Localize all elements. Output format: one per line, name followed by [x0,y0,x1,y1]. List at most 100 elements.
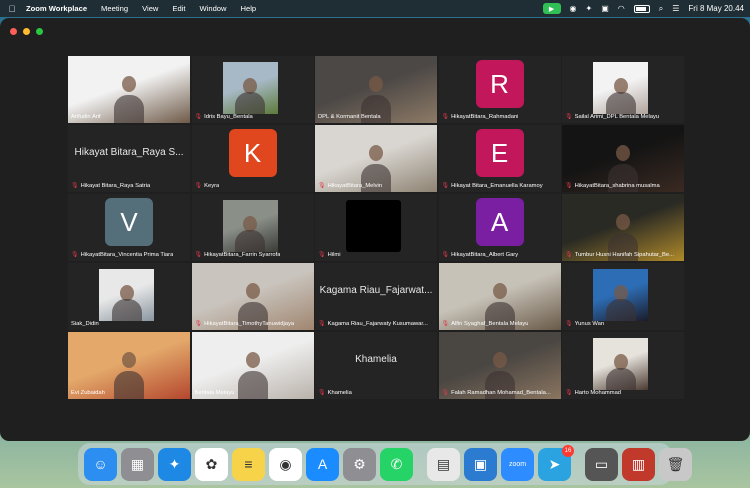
participant-tile[interactable]: Hikayat Bitara_Raya S... 🎙 Hikayat Bitara_… [68,125,190,192]
dock-glyph: zoom [508,460,527,468]
chrome-icon[interactable]: ◉ [269,447,302,481]
participant-name-label: Bentala Melayu [195,390,235,396]
close-window-button[interactable] [10,28,17,35]
participant-tile[interactable]: 🎙 Sailal Arimi_DPL Bentala Melayu [562,56,684,123]
mic-muted-icon: 🎙 [441,321,450,327]
participant-tile[interactable]: A 🎙 HikayatBitara_Albert Gary [438,194,561,261]
dock-glyph: ▦ [130,455,145,472]
photos-icon[interactable]: ✿ [195,447,228,481]
mic-muted-icon: 🎙 [441,183,450,189]
person-silhouette [235,230,265,252]
participant-tile[interactable]: Arifudin Arif [68,56,190,123]
participant-tile[interactable]: DPL & Kormanit Bentala [315,56,437,123]
app-store-icon[interactable]: A [306,447,339,481]
control-center-icon[interactable]: ☰ [672,0,679,17]
battery-icon[interactable] [633,4,650,13]
participant-name: Idris Bayu_Bentala [204,113,253,120]
archive-icon[interactable]: ▥ [622,447,655,481]
participant-name: DPL & Kormanit Bentala [318,114,381,120]
menu-help[interactable]: Help [234,4,264,13]
avatar: E [475,129,524,177]
participant-tile[interactable]: K 🎙 Keyra [191,125,314,192]
dock-glyph: A [317,456,328,472]
whatsapp-icon[interactable]: ✆ [380,447,413,481]
dock-glyph: ▤ [436,455,451,472]
participant-name: Hikayat Bitara_Emanuella Karamoy [451,182,543,189]
menu-clock[interactable]: Fri 8 May 20.44 [688,0,744,17]
participant-tile[interactable]: 🎙 Idris Bayu_Bentala [191,56,314,123]
participant-name: Sailal Arimi_DPL Bentala Melayu [574,113,660,120]
menu-meeting[interactable]: Meeting [94,4,135,13]
search-icon[interactable]: ⌕ [659,0,663,17]
participant-tile[interactable]: 🎙 Tumbur Husni Hanifah Sipahutar_Be... [562,194,684,261]
participant-name: HikayatBitara_TimothyTanuwidjaya [204,320,295,327]
zoom-video-icon[interactable]: ▶ [542,3,561,14]
participant-tile[interactable]: 🎙 Hilmi [315,194,437,261]
participant-name-label: 🎙 Hikayat Bitara_Emanuella Karamoy [441,182,543,190]
video-feed [99,269,154,321]
menu-view[interactable]: View [135,4,165,13]
participant-tile[interactable]: Siak_Didin [68,263,190,330]
person-silhouette [122,352,136,369]
participant-tile[interactable]: 🎙 HikayatBitara_Melvin [315,125,437,192]
video-feed [593,338,648,390]
notes-icon[interactable]: ▣ [601,0,609,17]
person-silhouette [605,368,636,390]
participant-name-label: 🎙 HikayatBitara_Albert Gary [442,251,519,259]
participant-tile[interactable]: 🎙 HikayatBitara_TimothyTanuwidjaya [191,263,314,330]
telegram-icon[interactable]: ➤ 16 [538,444,574,481]
mic-muted-icon: 🎙 [441,390,450,396]
app-menu[interactable]: Zoom Workplace [24,4,94,13]
notes-icon[interactable]: ≡ [232,447,265,481]
participant-tile[interactable]: 🎙 Yunus Wan [562,263,684,330]
person-silhouette [369,145,383,162]
participant-name-label: 🎙 Alfin Syaghaf_Bentala Melayu [441,320,529,328]
participant-tile[interactable]: 🎙 HikayatBitara_Farrin Syarrofa [191,194,314,261]
participant-tile[interactable]: Khamelia 🎙 Khamelia [315,332,437,399]
participant-tile[interactable]: 🎙 Alfin Syaghaf_Bentala Melayu [438,263,561,330]
menu-window[interactable]: Window [193,4,234,13]
participant-name-label: 🎙 Harto Mohammad [565,389,621,397]
participant-name-label: 🎙 Keyra [195,182,220,190]
launchpad-icon[interactable]: ▦ [121,447,154,481]
finder-icon[interactable]: ☺ [84,447,117,481]
safari-icon[interactable]: ✦ [158,447,191,481]
participant-tile[interactable]: E 🎙 Hikayat Bitara_Emanuella Karamoy [438,125,561,192]
participant-name: Falah Ramadhan Mohamad_Bentala... [451,389,551,396]
trash-icon[interactable]: 🗑 [659,447,692,481]
eye-icon[interactable]: ◉ [570,0,577,17]
menu-edit[interactable]: Edit [165,4,192,13]
participant-name-label: 🎙 HikayatBitara_TimothyTanuwidjaya [195,320,295,328]
preview-icon[interactable]: ▣ [464,447,497,481]
fullscreen-window-button[interactable] [36,28,43,35]
participant-tile[interactable]: Kagama Riau_Fajarwat... 🎙 Kagama Riau_Faja… [315,263,437,330]
video-feed [346,200,401,252]
participant-tile[interactable]: Bentala Melayu [191,332,314,399]
wifi-icon[interactable]: ◠ [618,0,625,17]
participant-name: Khamelia [327,389,352,396]
mic-muted-icon: 🎙 [565,252,573,258]
participant-tile[interactable]: R 🎙 HikayatBitara_Rahmadani [438,56,561,123]
participant-tile[interactable]: V 🎙 HikayatBitara_Vincentia Prima Tiara [68,194,190,261]
sparkle-icon[interactable]: ✦ [586,0,593,17]
apple-menu-icon[interactable]:  [0,4,24,14]
participant-tile[interactable]: 🎙 Harto Mohammad [562,332,684,399]
person-silhouette [492,283,507,300]
participant-tile[interactable]: 🎙 HikayatBitara_shabrina musalma [562,125,684,192]
menu-bar:  Zoom Workplace Meeting View Edit Windo… [0,0,750,17]
zoom-icon[interactable]: zoom [501,447,534,481]
participant-name-label: Siak_Didin [71,321,99,327]
participant-name-label: 🎙 Yunus Wan [565,320,604,328]
participant-tile[interactable]: 🎙 Falah Ramadhan Mohamad_Bentala... [438,332,561,399]
avatar: R [475,60,524,108]
minimize-window-button[interactable] [23,28,30,35]
spreadsheet-icon[interactable]: ▤ [427,447,460,481]
window-controls [10,28,43,35]
participant-tile[interactable]: Evi Zubaidah [68,332,190,399]
dock-glyph: ✿ [205,455,218,472]
system-settings-icon[interactable]: ⚙ [343,447,376,481]
dock-glyph: ≡ [244,456,253,472]
screen-viewer-icon[interactable]: ▭ [585,447,618,481]
participant-name-label: DPL & Kormanit Bentala [318,114,381,120]
participant-name: Bentala Melayu [194,390,235,396]
